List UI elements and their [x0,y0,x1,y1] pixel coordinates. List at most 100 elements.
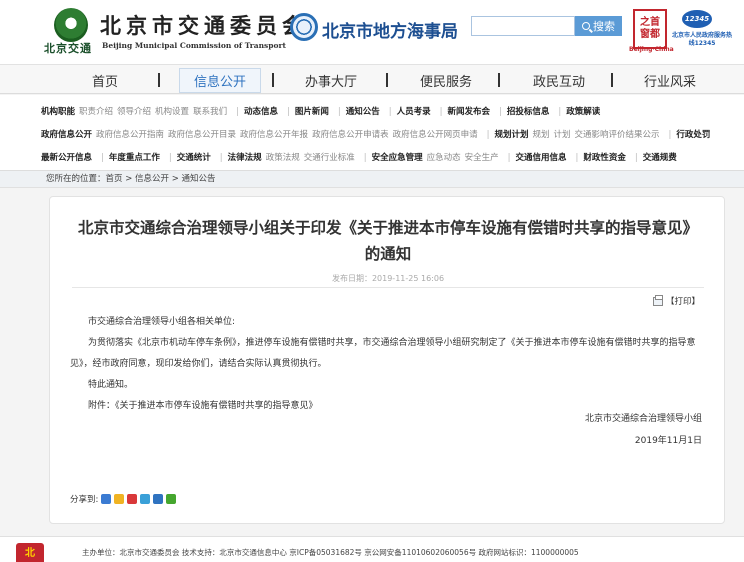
site-title[interactable]: 北京市交通委员会 [100,10,308,40]
share-label: 分享到: [70,495,99,505]
share-renren-icon[interactable] [153,494,164,504]
share-more-icon[interactable] [101,494,112,504]
commission-logo-icon[interactable] [54,8,88,42]
sub-nav-link[interactable]: 动态信息 [244,105,278,117]
capital-badge-line2: 窗都 [640,29,660,40]
body-paragraph: 为贯彻落实《北京市机动车停车条例》，推进停车设施有偿错时共享，市交通综合治理领导… [70,338,696,369]
sub-nav-link[interactable]: 新闻发布会 [448,105,491,117]
sub-nav-link[interactable]: 法律法规 [228,151,262,163]
nav-separator [498,73,500,87]
sub-nav-link[interactable]: 规划 [532,128,549,140]
article-body: 市交通综合治理领导小组各相关单位: 为贯彻落实《北京市机动车停车条例》，推进停车… [70,312,706,417]
share-wechat-icon[interactable] [166,494,177,504]
sub-nav-separator: | [575,153,579,163]
salutation: 市交通综合治理领导小组各相关单位: [88,317,236,327]
sub-nav-link[interactable]: 图片新闻 [295,105,329,117]
sub-nav-link[interactable]: 应急动态 [427,151,461,163]
sub-nav-link[interactable]: 年度重点工作 [109,151,160,163]
search-input[interactable] [471,16,575,36]
sub-nav-link[interactable]: 政府信息公开指南 [96,128,164,140]
sub-nav-link[interactable]: 职责介绍 [79,105,113,117]
nav-home[interactable]: 首页 [92,71,118,90]
sub-nav-separator: | [558,107,562,117]
search-icon [582,22,590,30]
nav-info-disclosure[interactable]: 信息公开 [179,68,262,93]
maritime-logo-icon[interactable] [290,13,318,41]
sub-nav-separator: | [363,153,367,163]
nav-separator [386,73,388,87]
sub-nav-link[interactable]: 人员考录 [397,105,431,117]
sub-nav-separator: | [634,153,638,163]
notice-line: 特此通知。 [88,380,134,390]
nav-separator [611,73,613,87]
sub-nav-separator: | [439,107,443,117]
nav-separator [158,73,160,87]
sub-nav-link[interactable]: 规划计划 [494,128,528,140]
sub-nav-link[interactable]: 招投标信息 [507,105,550,117]
nav-interaction[interactable]: 政民互动 [533,71,585,90]
print-link[interactable]: 【打印】 [652,294,700,307]
sub-nav-link[interactable]: 政府信息公开年报 [240,128,308,140]
hotline-text[interactable]: 北京市人民政府服务热线12345 [672,32,732,48]
footer-logo-icon[interactable]: 北 [16,543,44,562]
sub-nav-separator: | [168,153,172,163]
sub-nav-link[interactable]: 政府信息公开申请表 [312,128,389,140]
sub-nav-link[interactable]: 交通影响评价结果公示 [575,128,660,140]
sub-nav-link[interactable]: 机构职能 [41,105,75,117]
sub-nav-link[interactable]: 交通行业标准 [304,151,355,163]
capital-badge-line1: 之首 [640,17,660,28]
maritime-bureau-link[interactable]: 北京市地方海事局 [322,17,458,42]
sub-nav-link[interactable]: 最新公开信息 [41,151,92,163]
site-footer: 北 主办单位：北京市交通委员会 技术支持：北京市交通信息中心 京ICP备0503… [0,536,744,562]
search-button[interactable]: 搜索 [575,16,622,36]
share-qzone-icon[interactable] [114,494,125,504]
footer-info: 主办单位：北京市交通委员会 技术支持：北京市交通信息中心 京ICP备050316… [82,548,579,557]
main-navigation: 首页 信息公开 办事大厅 便民服务 政民互动 行业风采 [0,64,744,94]
sub-nav-separator: | [236,107,239,117]
sub-nav-link[interactable]: 交通规费 [643,151,677,163]
sub-nav-link[interactable]: 政策法规 [266,151,300,163]
sub-nav-separator: | [668,130,672,140]
sub-nav-separator: | [486,130,490,140]
sub-nav-row-1: 机构职能 职责介绍 领导介绍 机构设置 联系我们 | 动态信息 | 图片新闻 | 通知公告 | 人员考录… [41,105,604,125]
sub-navigation: 机构职能 职责介绍 领导介绍 机构设置 联系我们 | 动态信息 | 图片新闻 | 通知公告 | 人员考录… [0,95,744,171]
publish-date: 发布日期：2019-11-25 16:06 [331,274,445,283]
sub-nav-link[interactable]: 交通统计 [177,151,211,163]
sub-nav-link[interactable]: 交通信用信息 [516,151,567,163]
sub-nav-link[interactable]: 政府信息公开 [41,128,92,140]
logo-short-name[interactable]: 北京交通 [44,40,92,56]
sub-nav-link[interactable]: 联系我们 [193,105,227,117]
sub-nav-link[interactable]: 政策解读 [566,105,600,117]
sub-nav-link[interactable]: 领导介绍 [117,105,151,117]
nav-public-service[interactable]: 便民服务 [420,71,472,90]
sub-nav-link[interactable]: 行政处罚 [676,128,710,140]
capital-window-badge[interactable]: 之首 窗都 [633,9,667,49]
nav-service-hall[interactable]: 办事大厅 [305,71,357,90]
sub-nav-link[interactable]: 政府信息公开目录 [168,128,236,140]
sub-nav-link[interactable]: 安全应急管理 [372,151,423,163]
sub-nav-link[interactable]: 财政性资金 [583,151,626,163]
search-button-label: 搜索 [593,21,615,33]
share-weibo-icon[interactable] [127,494,138,504]
capital-badge-subtitle: Beijing·China [629,46,674,53]
share-tencent-weibo-icon[interactable] [140,494,151,504]
sub-nav-link[interactable]: 政府信息公开网页申请 [393,128,478,140]
sub-nav-separator: | [499,107,502,117]
breadcrumb[interactable]: 您所在的位置：首页 > 信息公开 > 通知公告 [0,171,744,188]
sub-nav-separator: | [101,153,104,163]
signature-organization: 北京市交通综合治理领导小组 [584,414,702,424]
hotline-logo-icon[interactable]: 12345 [682,10,712,28]
signature-date: 2019年11月1日 [634,436,702,446]
divider [72,287,704,288]
sub-nav-separator: | [286,107,290,117]
site-title-english: Beijing Municipal Commission of Transpor… [102,41,286,50]
sub-nav-link[interactable]: 通知公告 [346,105,380,117]
sub-nav-link[interactable]: 机构设置 [155,105,189,117]
sub-nav-link[interactable]: 安全生产 [465,151,499,163]
print-label: 【打印】 [665,297,700,307]
nav-industry[interactable]: 行业风采 [644,71,696,90]
sub-nav-separator: | [219,153,223,163]
share-bar: 分享到: [70,493,177,505]
article-title: 北京市交通综合治理领导小组关于印发《关于推进本市停车设施有偿错时共享的指导意见》… [77,219,698,263]
sub-nav-link[interactable]: 计划 [554,128,571,140]
